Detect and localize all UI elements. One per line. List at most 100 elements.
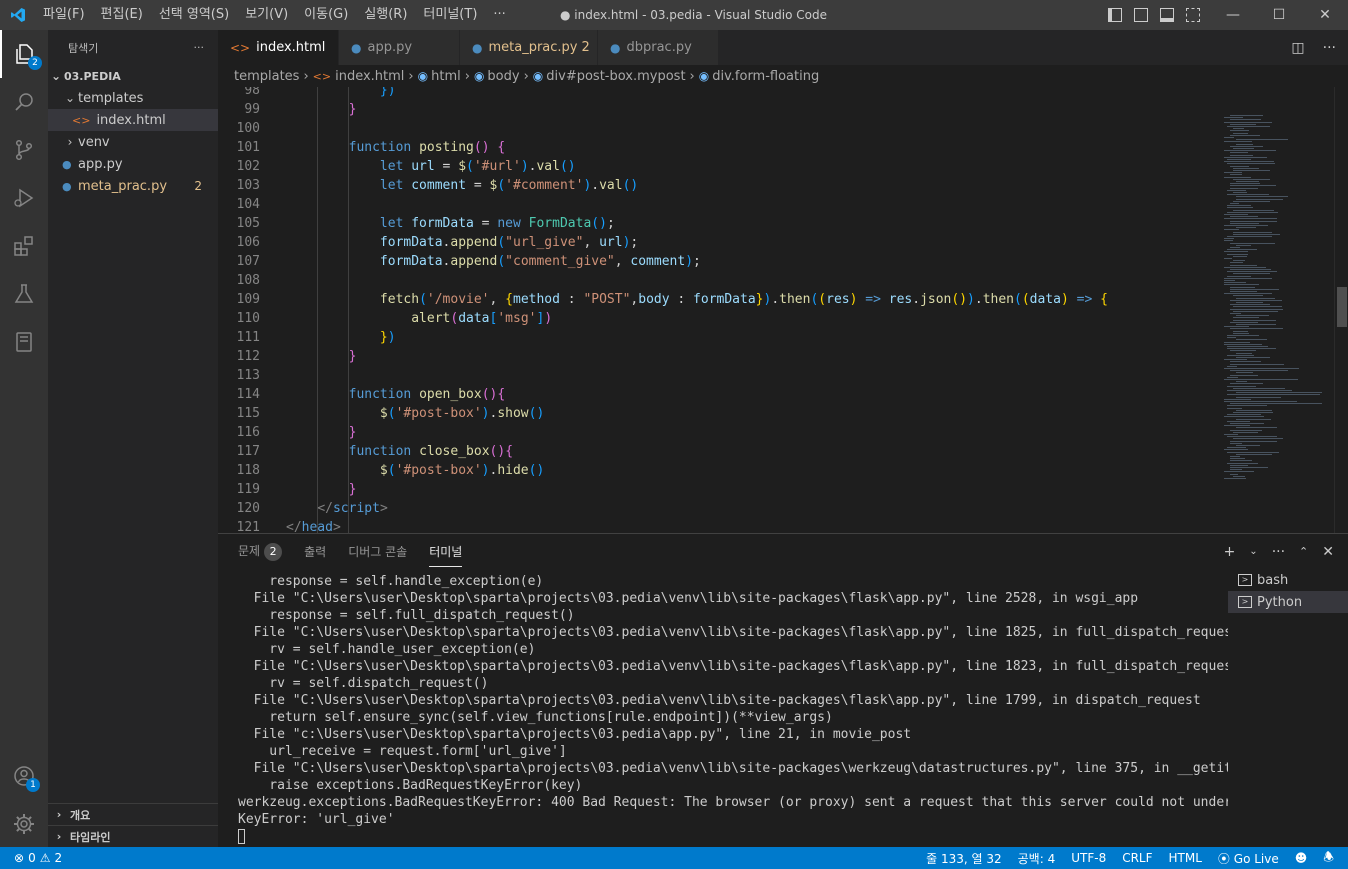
indentation[interactable]: 공백: 4 bbox=[1018, 850, 1056, 867]
editor-scrollbar[interactable] bbox=[1334, 87, 1348, 533]
split-editor-icon[interactable]: ◫ bbox=[1291, 40, 1304, 56]
terminal-line: File "C:\Users\user\Desktop\sparta\proje… bbox=[238, 659, 1228, 674]
timeline-section[interactable]: › 타임라인 bbox=[48, 825, 218, 847]
terminal-prompt[interactable] bbox=[238, 828, 1228, 845]
close-panel-icon[interactable]: ✕ bbox=[1322, 544, 1334, 560]
minimap-line bbox=[1227, 275, 1252, 277]
scrollbar-thumb[interactable] bbox=[1337, 287, 1347, 327]
breadcrumb-item[interactable]: html bbox=[431, 69, 461, 84]
tab-debug-console[interactable]: 디버그 콘솔 bbox=[348, 543, 407, 560]
toggle-sidebar-icon[interactable] bbox=[1108, 8, 1122, 22]
source-control-icon[interactable] bbox=[0, 126, 48, 174]
minimap-line bbox=[1230, 152, 1249, 154]
tree-item-templates[interactable]: ⌄ templates bbox=[48, 87, 218, 109]
code-line: 104 bbox=[236, 197, 260, 212]
explorer-icon[interactable]: 2 bbox=[0, 30, 48, 78]
more-actions-icon[interactable]: ··· bbox=[1272, 544, 1285, 560]
breadcrumb: templates › <> index.html › ◉ html › ◉ b… bbox=[218, 65, 1348, 87]
minimap-line bbox=[1230, 216, 1258, 218]
encoding[interactable]: UTF-8 bbox=[1071, 851, 1106, 865]
menu-terminal[interactable]: 터미널(T) bbox=[415, 0, 485, 30]
menu-file[interactable]: 파일(F) bbox=[35, 0, 93, 30]
minimap-line bbox=[1236, 396, 1282, 398]
outline-section[interactable]: › 개요 bbox=[48, 803, 218, 825]
minimap-line bbox=[1224, 229, 1239, 231]
menu-go[interactable]: 이동(G) bbox=[296, 0, 356, 30]
tree-item-venv[interactable]: › venv bbox=[48, 131, 218, 153]
minimap-line bbox=[1224, 478, 1246, 479]
customize-layout-icon[interactable] bbox=[1186, 8, 1200, 22]
maximize-icon[interactable]: ☐ bbox=[1256, 0, 1302, 30]
terminal-line: rv = self.handle_user_exception(e) bbox=[238, 642, 536, 657]
toggle-editor-icon[interactable] bbox=[1134, 8, 1148, 22]
search-icon[interactable] bbox=[0, 78, 48, 126]
more-actions-icon[interactable]: ··· bbox=[1323, 40, 1336, 56]
go-live-button[interactable]: ⦿ Go Live bbox=[1218, 850, 1279, 867]
accounts-icon[interactable]: 1 bbox=[0, 752, 48, 800]
tab-output[interactable]: 출력 bbox=[304, 543, 326, 560]
breadcrumb-item[interactable]: templates bbox=[234, 69, 299, 84]
breadcrumb-item[interactable]: div.form-floating bbox=[712, 69, 819, 84]
tree-item-meta-prac-py[interactable]: ● meta_prac.py 2 bbox=[48, 175, 218, 197]
code-editor[interactable]: 98 }) 99 } 100 101 function posting() { … bbox=[218, 87, 1348, 533]
minimap-line bbox=[1230, 269, 1272, 270]
menu-run[interactable]: 실행(R) bbox=[356, 0, 415, 30]
menu-view[interactable]: 보기(V) bbox=[237, 0, 296, 30]
terminal-line: File "c:\Users\user\Desktop\sparta\proje… bbox=[238, 727, 912, 742]
close-icon[interactable]: ✕ bbox=[1302, 0, 1348, 30]
tree-item-app-py[interactable]: ● app.py bbox=[48, 153, 218, 175]
minimap-line bbox=[1236, 244, 1251, 246]
terminal-item-bash[interactable]: > bash bbox=[1228, 569, 1348, 591]
tab-problems[interactable]: 문제 2 bbox=[238, 542, 283, 561]
minimap-line bbox=[1227, 126, 1271, 127]
settings-gear-icon[interactable] bbox=[0, 800, 48, 848]
minimap-line bbox=[1224, 117, 1243, 119]
symbol-element-icon: ◉ bbox=[417, 69, 429, 83]
end-of-line[interactable]: CRLF bbox=[1122, 851, 1152, 865]
remote-explorer-icon[interactable] bbox=[0, 318, 48, 366]
python-file-icon: ● bbox=[472, 40, 483, 55]
toggle-panel-icon[interactable] bbox=[1160, 8, 1174, 22]
feedback-icon[interactable]: ☻ bbox=[1295, 851, 1308, 865]
breadcrumb-item[interactable]: div#post-box.mypost bbox=[546, 69, 685, 84]
tree-item-index-html[interactable]: <> index.html bbox=[48, 109, 218, 131]
chevron-down-icon[interactable]: ⌄ bbox=[1249, 546, 1257, 557]
tab-dbprac-py[interactable]: ● dbprac.py bbox=[598, 30, 719, 65]
minimap-line bbox=[1227, 159, 1251, 160]
menu-more[interactable]: ··· bbox=[485, 0, 513, 30]
terminal-output[interactable]: response = self.handle_exception(e) File… bbox=[238, 573, 1228, 848]
terminal-cursor bbox=[238, 829, 245, 844]
breadcrumb-item[interactable]: index.html bbox=[335, 69, 404, 84]
extensions-icon[interactable] bbox=[0, 222, 48, 270]
menu-selection[interactable]: 선택 영역(S) bbox=[151, 0, 237, 30]
language-mode[interactable]: HTML bbox=[1169, 851, 1202, 865]
minimap-line bbox=[1233, 387, 1286, 389]
tab-terminal[interactable]: 터미널 bbox=[429, 536, 463, 567]
bottom-panel: 문제 2 출력 디버그 콘솔 터미널 + ⌄ ··· ⌃ ✕ response =… bbox=[218, 533, 1348, 847]
run-debug-icon[interactable] bbox=[0, 174, 48, 222]
notifications-bell-icon[interactable]: 🕭 bbox=[1323, 848, 1334, 869]
tab-app-py[interactable]: ● app.py bbox=[339, 30, 460, 65]
minimap-line bbox=[1224, 434, 1239, 435]
workspace-root[interactable]: ⌄ 03.PEDIA bbox=[48, 65, 218, 87]
status-problems[interactable]: ⊗ 0 ⚠ 2 bbox=[14, 847, 62, 869]
minimap-line bbox=[1236, 198, 1283, 200]
minimize-icon[interactable]: — bbox=[1210, 0, 1256, 30]
new-terminal-icon[interactable]: + bbox=[1224, 544, 1236, 560]
explorer-more-button[interactable]: ··· bbox=[194, 41, 205, 54]
minimap-line bbox=[1230, 115, 1264, 116]
error-count: 0 bbox=[28, 851, 36, 865]
menu-edit[interactable]: 편집(E) bbox=[93, 0, 151, 30]
tab-meta-prac-py[interactable]: ● meta_prac.py 2 bbox=[460, 30, 598, 65]
breadcrumb-item[interactable]: body bbox=[487, 69, 519, 84]
tab-index-html[interactable]: <> index.html bbox=[218, 30, 339, 65]
terminal-item-python[interactable]: > Python bbox=[1228, 591, 1348, 613]
code-line: 121 </head> bbox=[236, 520, 341, 533]
testing-icon[interactable] bbox=[0, 270, 48, 318]
code-line: 103 let comment = $('#comment').val() bbox=[236, 178, 639, 193]
cursor-position[interactable]: 줄 133, 열 32 bbox=[926, 850, 1002, 867]
minimap[interactable] bbox=[1208, 87, 1334, 533]
chevron-up-icon[interactable]: ⌃ bbox=[1299, 545, 1308, 558]
minimap-line bbox=[1233, 167, 1260, 169]
warning-count: 2 bbox=[54, 851, 63, 865]
